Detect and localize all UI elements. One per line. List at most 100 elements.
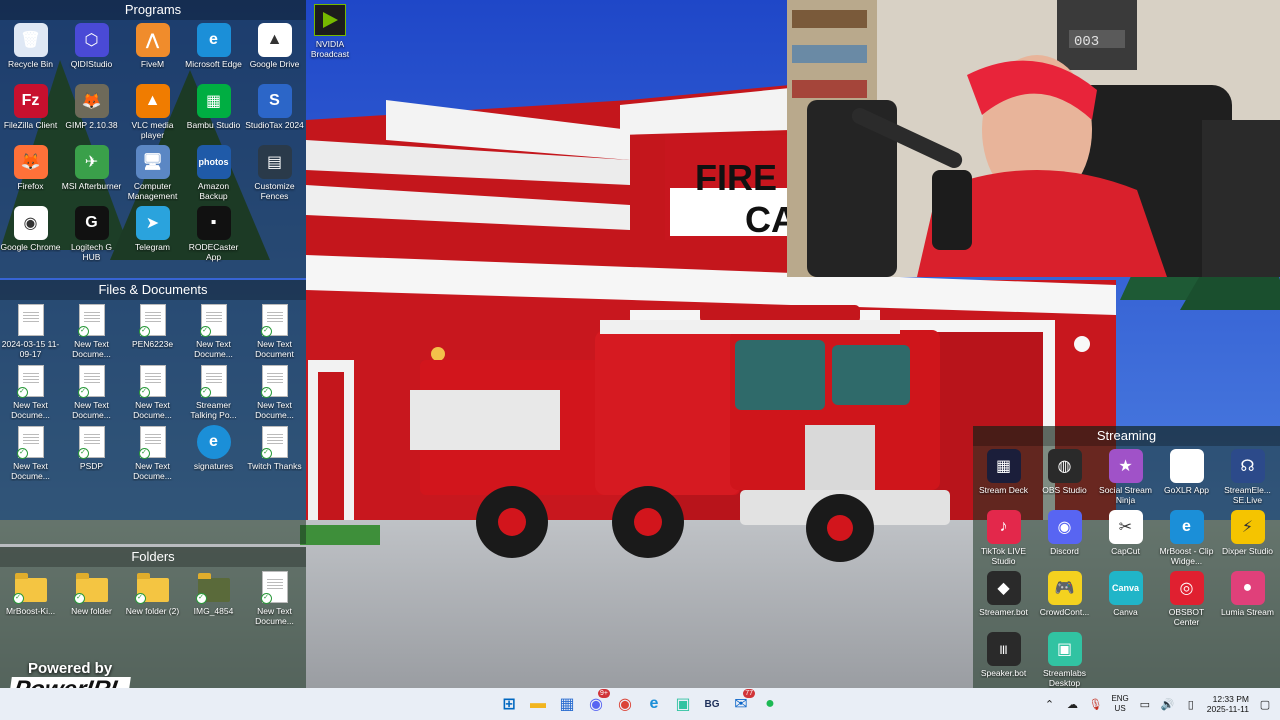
battery-icon[interactable]: ▯	[1184, 697, 1198, 711]
microsoft-store-icon[interactable]: ▦	[554, 691, 580, 717]
streamer-bot-icon: ◆	[986, 571, 1021, 605]
desktop-shortcut-nvidia-broadcast[interactable]: NVIDIA Broadcast	[309, 4, 351, 59]
fence-title-streaming[interactable]: Streaming	[973, 426, 1280, 446]
desktop-item[interactable]: ◍ OBS Studio	[1034, 446, 1095, 507]
spotify-taskbar-icon[interactable]: ●	[757, 691, 783, 717]
desktop-item[interactable]: ◉ Google Chrome	[0, 203, 61, 264]
taskbar-pinned-apps: ⊞ ▬ ▦ ◉ 9+ ◉ e ▣ BG ✉ 77 ●	[496, 689, 783, 717]
streamlabs-taskbar-icon[interactable]: ▣	[670, 691, 696, 717]
desktop-item[interactable]: ✓ PEN6223e	[122, 300, 183, 361]
chevron-up-icon[interactable]: ⌃	[1042, 697, 1056, 711]
canva-icon: Canva	[1108, 571, 1143, 605]
desktop-item[interactable]: Fz FileZilla Client	[0, 81, 61, 142]
desktop-item-label: Computer Management	[127, 181, 178, 201]
desktop-item[interactable]: ◆ Streamer.bot	[973, 568, 1034, 629]
desktop-item[interactable]: ✈ MSI Afterburner	[61, 142, 122, 203]
desktop-item[interactable]: ▲ VLC media player	[122, 81, 183, 142]
desktop-item[interactable]: S StudioTax 2024	[244, 81, 305, 142]
desktop-item-label: New Text Docume...	[194, 339, 233, 359]
desktop-item[interactable]: e signatures	[183, 422, 244, 483]
desktop-item-label: New folder (2)	[125, 606, 180, 616]
fence-title-folders[interactable]: Folders	[0, 547, 306, 567]
file-explorer-icon[interactable]: ▬	[525, 691, 551, 717]
desktop-item[interactable]: ✓ New Text Docume...	[122, 361, 183, 422]
bambu-studio-icon: ▦	[196, 84, 231, 118]
desktop-item[interactable]: e Microsoft Edge	[183, 20, 244, 81]
desktop-item[interactable]: ||| Speaker.bot	[973, 629, 1034, 690]
discord-taskbar-icon[interactable]: ◉ 9+	[583, 689, 610, 717]
desktop-item[interactable]: ✓ IMG_4854	[183, 567, 244, 628]
text-document-icon: ✓	[258, 425, 292, 459]
desktop-item[interactable]: ⋀ FiveM	[122, 20, 183, 81]
fence-title-files[interactable]: Files & Documents	[0, 280, 306, 300]
desktop-item[interactable]: ✓ New Text Docume...	[122, 422, 183, 483]
desktop-item[interactable]: ✓ MrBoost-Ki...	[0, 567, 61, 628]
desktop-item[interactable]: ☊ StreamEle... SE.Live	[1217, 446, 1278, 507]
desktop-item[interactable]: 2024-03-15 11-09-17	[0, 300, 61, 361]
desktop-item[interactable]: ✓ New Text Document	[244, 300, 305, 361]
fence-title-programs[interactable]: Programs	[0, 0, 306, 20]
desktop-item[interactable]: ➤ Telegram	[122, 203, 183, 264]
bg-taskbar-icon[interactable]: BG	[699, 691, 725, 717]
volume-icon[interactable]: 🔊	[1161, 697, 1175, 711]
desktop-item[interactable]: ✓ New folder (2)	[122, 567, 183, 628]
chrome-icon: ◉	[13, 206, 48, 240]
desktop-item[interactable]: ✓ New Text Docume...	[61, 300, 122, 361]
spotify-taskbar-icon-glyph: ●	[765, 695, 775, 712]
desktop-item[interactable]: ◉ Discord	[1034, 507, 1095, 568]
desktop-item[interactable]: ✓ Streamer Talking Po...	[183, 361, 244, 422]
desktop-item[interactable]: 🗑 Recycle Bin	[0, 20, 61, 81]
text-document-icon: ✓	[258, 570, 292, 604]
desktop-item[interactable]: ⚡ Dixper Studio	[1217, 507, 1278, 568]
cloud-icon[interactable]: ☁	[1065, 697, 1079, 711]
desktop-item-label: 2024-03-15 11-09-17	[1, 339, 60, 359]
chrome-taskbar-icon[interactable]: ◉	[612, 691, 638, 717]
network-icon[interactable]: ▭	[1138, 697, 1152, 711]
desktop-item[interactable]: ◎ OBSBOT Center	[1156, 568, 1217, 629]
desktop-item-label: Amazon Backup	[197, 181, 230, 201]
clock[interactable]: 12:33 PM 2025-11-11	[1207, 694, 1249, 714]
desktop-item[interactable]: ♪ TikTok LIVE Studio	[973, 507, 1034, 568]
desktop-item[interactable]: 🎮 CrowdCont...	[1034, 568, 1095, 629]
desktop-item[interactable]: GoXLR App	[1156, 446, 1217, 507]
text-document-icon: ✓	[136, 425, 170, 459]
desktop-item-label: StudioTax 2024	[245, 120, 304, 130]
language-indicator[interactable]: ENG US	[1111, 694, 1128, 714]
streamlabs-icon: ▣	[1047, 632, 1082, 666]
desktop-item[interactable]: ● Lumia Stream	[1217, 568, 1278, 629]
desktop-item[interactable]: ✓ New folder	[61, 567, 122, 628]
desktop-item[interactable]: ✓ New Text Docume...	[183, 300, 244, 361]
start-button[interactable]: ⊞	[496, 691, 522, 717]
microphone-icon[interactable]: 🎙	[1088, 697, 1102, 711]
desktop-item[interactable]: ✓ New Text Docume...	[0, 422, 61, 483]
desktop-item[interactable]: Canva Canva	[1095, 568, 1156, 629]
desktop-item-label: New Text Docume...	[11, 461, 50, 481]
outlook-taskbar-icon[interactable]: ✉ 77	[728, 689, 755, 717]
desktop-item[interactable]: ▤ Customize Fences	[244, 142, 305, 203]
desktop-item[interactable]: ▦ Bambu Studio	[183, 81, 244, 142]
desktop-item[interactable]: ▦ Stream Deck	[973, 446, 1034, 507]
desktop-item[interactable]: ★ Social Stream Ninja	[1095, 446, 1156, 507]
desktop-item-label: New Text Docume...	[133, 461, 172, 481]
desktop-item[interactable]: ✓ New Text Docume...	[0, 361, 61, 422]
desktop-item[interactable]: 🖥 Computer Management	[122, 142, 183, 203]
desktop-item[interactable]: ✓ New Text Docume...	[61, 361, 122, 422]
desktop-item[interactable]: ✓ New Text Docume...	[244, 361, 305, 422]
desktop-item-label: MrBoost-Ki...	[5, 606, 56, 616]
desktop-item[interactable]: ✓ Twitch Thanks	[244, 422, 305, 483]
desktop-item[interactable]: ✓ PSDP	[61, 422, 122, 483]
desktop-item[interactable]: ▪ RODECaster App	[183, 203, 244, 264]
desktop-item[interactable]: ✂ CapCut	[1095, 507, 1156, 568]
notification-icon[interactable]: ▢	[1258, 697, 1272, 711]
desktop-item[interactable]: 🦊 Firefox	[0, 142, 61, 203]
desktop-item[interactable]: ✓ New Text Docume...	[244, 567, 305, 628]
desktop-item[interactable]: e MrBoost - Clip Widge...	[1156, 507, 1217, 568]
desktop-item[interactable]: ⬡ QIDIStudio	[61, 20, 122, 81]
desktop-item[interactable]: photos Amazon Backup	[183, 142, 244, 203]
edge-taskbar-icon[interactable]: e	[641, 691, 667, 717]
desktop-item-label: CrowdCont...	[1039, 607, 1090, 617]
desktop-item[interactable]: 🦊 GIMP 2.10.38	[61, 81, 122, 142]
desktop-item[interactable]: ▣ Streamlabs Desktop	[1034, 629, 1095, 690]
desktop-item[interactable]: G Logitech G HUB	[61, 203, 122, 264]
desktop-item[interactable]: ▲ Google Drive	[244, 20, 305, 81]
